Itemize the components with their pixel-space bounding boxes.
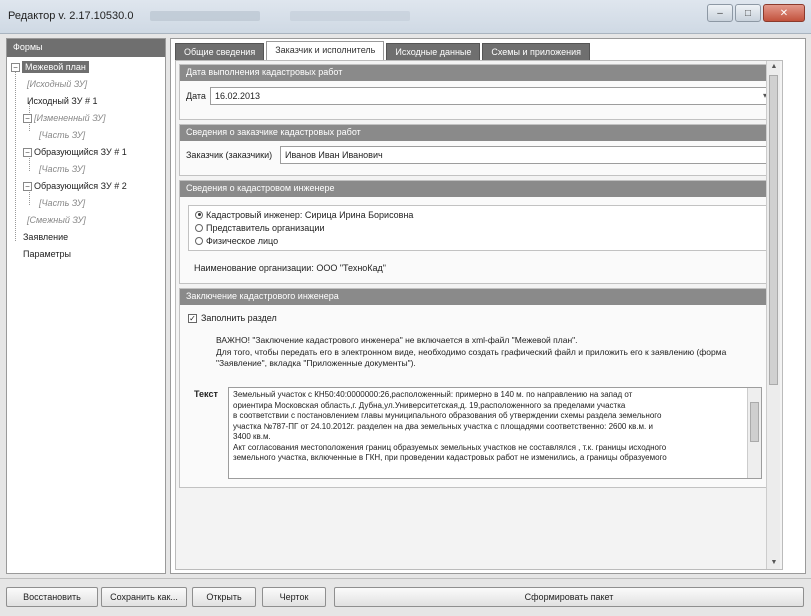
- date-label: Дата: [186, 91, 206, 101]
- important-note-line2: Для того, чтобы передать его в электронн…: [216, 347, 727, 368]
- customer-input[interactable]: Иванов Иван Иванович: [280, 146, 772, 164]
- form-scrollbar[interactable]: ▲ ▼: [766, 61, 780, 569]
- checkbox-checked-icon[interactable]: ✓: [188, 314, 197, 324]
- collapse-icon[interactable]: −: [23, 182, 32, 191]
- conclusion-section: Заключение кадастрового инженера ✓ Заполн…: [179, 288, 779, 488]
- scrollbar-thumb[interactable]: [750, 402, 759, 442]
- tree-item-new-plot-2[interactable]: − Образующийся ЗУ # 2: [11, 178, 165, 195]
- tree-item-source-plot-group[interactable]: [Исходный ЗУ]: [11, 76, 165, 93]
- tree-item-plot-part[interactable]: [Часть ЗУ]: [11, 161, 165, 178]
- tree-item-plot-part[interactable]: [Часть ЗУ]: [11, 195, 165, 212]
- textarea-scrollbar[interactable]: [747, 388, 761, 478]
- bottom-toolbar: Восстановить Сохранить как... Открыть Че…: [0, 578, 811, 616]
- tree-item-adjacent-plot[interactable]: [Смежный ЗУ]: [11, 212, 165, 229]
- collapse-icon[interactable]: −: [11, 63, 20, 72]
- main-panel: Общие сведения Заказчик и исполнитель Ис…: [170, 38, 806, 574]
- text-line: 3400 кв.м.: [233, 432, 271, 441]
- tab-general-info[interactable]: Общие сведения: [175, 43, 265, 60]
- date-dropdown[interactable]: 16.02.2013 ▾: [210, 87, 772, 105]
- text-line: земельного участка, включенные в ГКН, пр…: [233, 453, 667, 462]
- window-controls: – □ ✕: [707, 4, 805, 22]
- conclusion-textarea[interactable]: Земельный участок с КН50:40:0000000:26,р…: [228, 387, 762, 479]
- tab-content: Дата выполнения кадастровых работ Дата 1…: [175, 60, 783, 570]
- title-extra-blur: [150, 11, 260, 21]
- text-line: Акт согласования местоположения границ о…: [233, 442, 667, 452]
- tree-item-source-plot-1[interactable]: Исходный ЗУ # 1: [11, 93, 165, 110]
- tree-item-application[interactable]: Заявление: [11, 229, 165, 246]
- engineer-section-header: Сведения о кадастровом инженере: [180, 181, 778, 197]
- date-section-header: Дата выполнения кадастровых работ: [180, 65, 778, 81]
- forms-tree: − Межевой план [Исходный ЗУ] Исходный ЗУ …: [7, 57, 165, 263]
- window-title: Редактор v. 2.17.10530.0: [8, 10, 134, 22]
- tree-item-mezhevoy-plan[interactable]: − Межевой план: [11, 59, 165, 76]
- engineer-section: Сведения о кадастровом инженере Кадастро…: [179, 180, 779, 284]
- organization-name: Наименование организации: ООО "ТехноКад": [194, 263, 386, 273]
- title-extra-blur: [290, 11, 410, 21]
- text-line: Земельный участок с КН50:40:0000000:26,р…: [233, 390, 633, 399]
- customer-section: Сведения о заказчике кадастровых работ З…: [179, 124, 779, 176]
- radio-icon[interactable]: [195, 236, 203, 245]
- generate-package-button[interactable]: Сформировать пакет: [334, 587, 804, 607]
- text-line: участка №787-ПГ от 24.10.2012г. разделен…: [233, 421, 653, 431]
- forms-tree-panel: Формы − Межевой план [Исходный ЗУ] Исходн…: [6, 38, 166, 574]
- open-button[interactable]: Открыть: [192, 587, 256, 607]
- engineer-type-radiogroup: Кадастровый инженер: Сирица Ирина Борисо…: [188, 205, 772, 251]
- save-as-button[interactable]: Сохранить как...: [101, 587, 187, 607]
- radio-option-engineer[interactable]: Кадастровый инженер: Сирица Ирина Борисо…: [195, 208, 765, 221]
- radio-option-organization[interactable]: Представитель организации: [195, 221, 765, 234]
- title-bar: Редактор v. 2.17.10530.0 – □ ✕: [0, 0, 811, 34]
- minimize-button[interactable]: –: [707, 4, 733, 22]
- close-button[interactable]: ✕: [763, 4, 805, 22]
- date-value: 16.02.2013: [215, 91, 261, 101]
- tab-source-data[interactable]: Исходные данные: [386, 43, 481, 60]
- tree-item-new-plot-1[interactable]: − Образующийся ЗУ # 1: [11, 144, 165, 161]
- fill-section-checkbox[interactable]: ✓ Заполнить раздел: [188, 313, 277, 324]
- customer-section-header: Сведения о заказчике кадастровых работ: [180, 125, 778, 141]
- tab-strip: Общие сведения Заказчик и исполнитель Ис…: [175, 41, 592, 60]
- tab-customer-executor[interactable]: Заказчик и исполнитель: [266, 41, 385, 60]
- tree-header: Формы: [7, 39, 165, 57]
- date-section: Дата выполнения кадастровых работ Дата 1…: [179, 64, 779, 120]
- text-label: Текст: [194, 389, 218, 399]
- restore-button[interactable]: Восстановить: [6, 587, 98, 607]
- tree-item-changed-plot[interactable]: − [Измененный ЗУ]: [11, 110, 165, 127]
- text-line: ориентира Московская область,г. Дубна,ул…: [233, 400, 626, 410]
- tree-item-parameters[interactable]: Параметры: [11, 246, 165, 263]
- tree-item-plot-part[interactable]: [Часть ЗУ]: [11, 127, 165, 144]
- radio-icon[interactable]: [195, 223, 203, 232]
- collapse-icon[interactable]: −: [23, 114, 32, 123]
- draft-button[interactable]: Черток: [262, 587, 326, 607]
- conclusion-section-header: Заключение кадастрового инженера: [180, 289, 778, 305]
- collapse-icon[interactable]: −: [23, 148, 32, 157]
- tab-schemes-attachments[interactable]: Схемы и приложения: [482, 43, 591, 60]
- maximize-button[interactable]: □: [735, 4, 761, 22]
- scroll-up-icon[interactable]: ▲: [767, 61, 781, 73]
- important-note-line1: ВАЖНО! "Заключение кадастрового инженера…: [216, 335, 578, 345]
- customer-label: Заказчик (заказчики): [186, 150, 273, 160]
- radio-option-individual[interactable]: Физическое лицо: [195, 234, 765, 247]
- scroll-down-icon[interactable]: ▼: [767, 557, 781, 569]
- radio-selected-icon[interactable]: [195, 210, 203, 219]
- scrollbar-thumb[interactable]: [769, 75, 778, 385]
- text-line: в соответствии с постановлением главы му…: [233, 411, 662, 420]
